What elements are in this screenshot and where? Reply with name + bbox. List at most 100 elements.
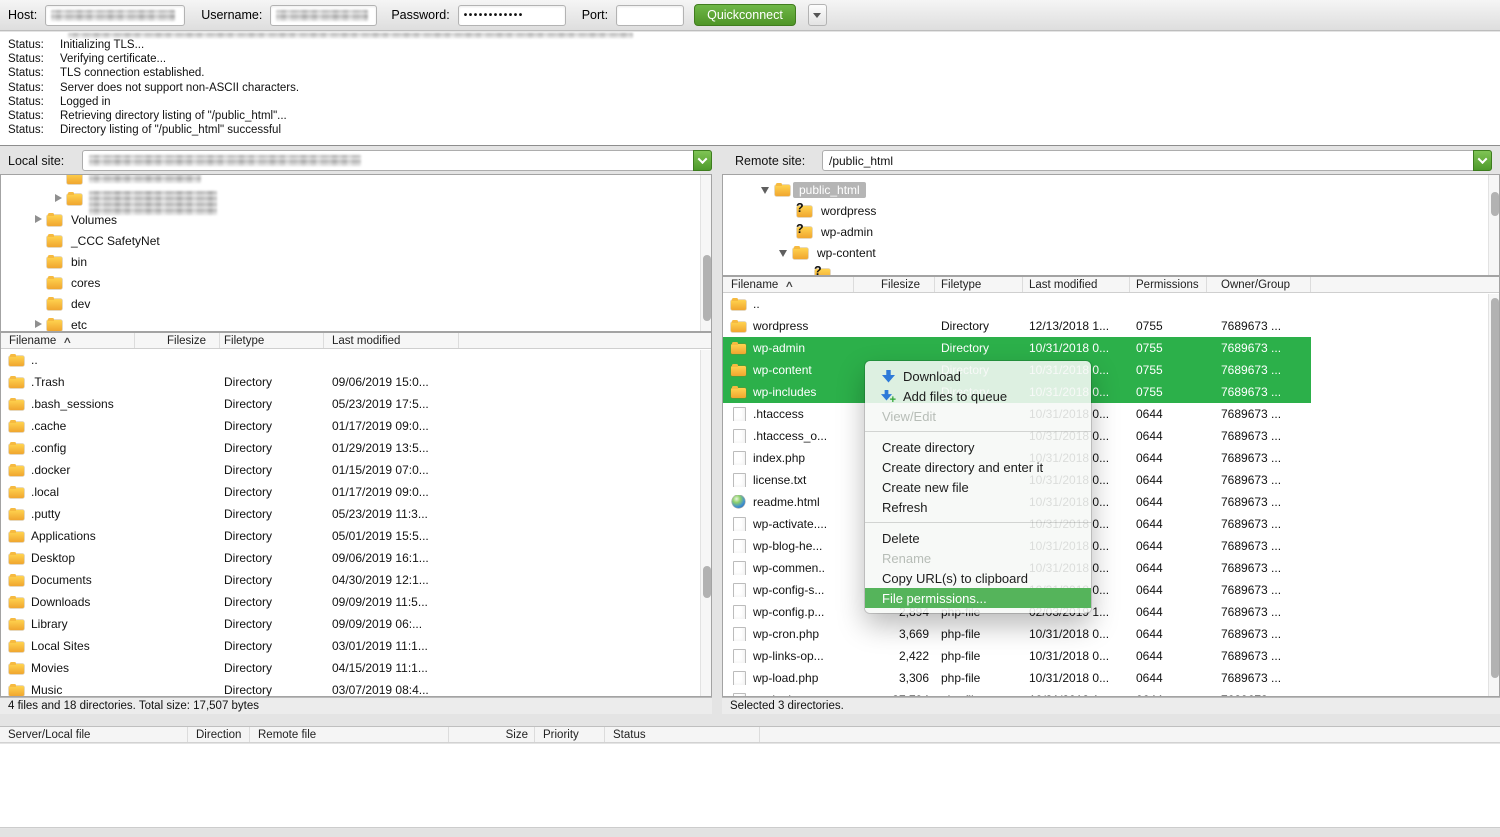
expand-arrow-icon[interactable] [799, 267, 815, 277]
file-row[interactable]: .local Directory 01/17/2019 09:0... [1, 481, 711, 503]
expand-arrow-icon[interactable] [31, 297, 47, 311]
expand-arrow-icon[interactable] [51, 192, 67, 206]
column-header[interactable]: Direction [188, 727, 250, 742]
menu-item[interactable]: View/Edit [865, 406, 1091, 426]
file-row[interactable]: wp-cron.php 3,669 php-file 10/31/2018 0.… [723, 623, 1311, 645]
tree-item[interactable]: dev [1, 293, 711, 314]
combo-dropdown-button[interactable] [1473, 150, 1492, 171]
column-header[interactable]: Filetype [220, 333, 324, 348]
expand-arrow-icon[interactable] [759, 183, 775, 197]
file-row[interactable]: .. [1, 349, 711, 371]
file-modified: 10/31/2018 0... [1023, 627, 1130, 641]
file-row[interactable]: Library Directory 09/09/2019 06:... [1, 613, 711, 635]
file-row[interactable]: .bash_sessions Directory 05/23/2019 17:5… [1, 393, 711, 415]
file-row[interactable]: Desktop Directory 09/06/2019 16:1... [1, 547, 711, 569]
file-row[interactable]: wp-load.php 3,306 php-file 10/31/2018 0.… [723, 667, 1311, 689]
file-icon [731, 561, 747, 575]
column-header[interactable]: Filesize [135, 333, 220, 348]
menu-item[interactable]: File permissions... [865, 588, 1091, 608]
menu-item[interactable]: Copy URL(s) to clipboard [865, 568, 1091, 588]
file-row[interactable]: wp-login.p... 37,794 php-file 10/31/2018… [723, 689, 1311, 696]
redacted-local-path [89, 155, 361, 166]
scrollbar-thumb[interactable] [1491, 192, 1499, 216]
menu-item[interactable] [865, 431, 1091, 432]
log-line: Status: Logged in [0, 95, 1500, 109]
file-row[interactable]: .. [723, 293, 1311, 315]
column-header[interactable]: Filesize [854, 277, 935, 292]
remote-tree-scrollbar[interactable] [1488, 175, 1499, 275]
tree-item[interactable]: _CCC SafetyNet [1, 230, 711, 251]
tree-item[interactable]: wordpress [723, 200, 1499, 221]
expand-arrow-icon[interactable] [777, 246, 793, 260]
password-input[interactable]: •••••••••••• [458, 5, 566, 26]
expand-arrow-icon[interactable] [31, 213, 47, 227]
file-row[interactable]: .putty Directory 05/23/2019 11:3... [1, 503, 711, 525]
file-row[interactable]: wp-admin Directory 10/31/2018 0... 0755 … [723, 337, 1311, 359]
file-row[interactable]: Documents Directory 04/30/2019 12:1... [1, 569, 711, 591]
menu-item[interactable]: Create new file [865, 477, 1091, 497]
expand-arrow-icon[interactable] [781, 204, 797, 218]
file-row[interactable]: wordpress Directory 12/13/2018 1... 0755… [723, 315, 1311, 337]
column-header[interactable]: Status [605, 727, 760, 742]
tree-item[interactable]: cores [1, 272, 711, 293]
host-input[interactable] [45, 5, 185, 26]
remote-list-scrollbar[interactable] [1488, 294, 1499, 696]
column-header[interactable]: Remote file [250, 727, 449, 742]
column-header[interactable]: Priority [535, 727, 605, 742]
file-row[interactable]: .config Directory 01/29/2019 13:5... [1, 437, 711, 459]
local-list-scrollbar[interactable] [700, 350, 711, 696]
username-input[interactable] [270, 5, 377, 26]
column-header[interactable]: Permissions [1130, 277, 1207, 292]
expand-arrow-icon[interactable] [31, 318, 47, 332]
file-owner-group: 7689673 ... [1207, 671, 1311, 685]
local-site-combo[interactable] [82, 150, 712, 171]
expand-arrow-icon[interactable] [781, 225, 797, 239]
column-header[interactable]: Owner/Group [1207, 277, 1311, 292]
scrollbar-thumb[interactable] [703, 255, 711, 321]
menu-item[interactable]: Create directory [865, 437, 1091, 457]
tree-item[interactable] [723, 263, 1499, 276]
remote-site-combo[interactable]: /public_html [822, 150, 1492, 171]
expand-arrow-icon[interactable] [31, 255, 47, 269]
file-row[interactable]: wp-links-op... 2,422 php-file 10/31/2018… [723, 645, 1311, 667]
column-header[interactable]: Filetype [935, 277, 1023, 292]
file-row[interactable]: .docker Directory 01/15/2019 07:0... [1, 459, 711, 481]
file-row[interactable]: Applications Directory 05/01/2019 15:5..… [1, 525, 711, 547]
menu-item[interactable] [865, 522, 1091, 523]
expand-arrow-icon[interactable] [31, 234, 47, 248]
menu-item[interactable]: Rename [865, 548, 1091, 568]
file-row[interactable]: .cache Directory 01/17/2019 09:0... [1, 415, 711, 437]
menu-item[interactable]: Add files to queue [865, 386, 1091, 406]
menu-item[interactable]: Download [865, 366, 1091, 386]
file-row[interactable]: Music Directory 03/07/2019 08:4... [1, 679, 711, 696]
quickconnect-dropdown-button[interactable] [808, 4, 827, 26]
menu-item[interactable]: Refresh [865, 497, 1091, 517]
redacted-folder-item[interactable] [1, 188, 711, 209]
redacted-folder-item[interactable] [1, 174, 711, 188]
quickconnect-button[interactable]: Quickconnect [694, 4, 796, 26]
tree-item[interactable]: public_html [723, 179, 1499, 200]
expand-arrow-icon[interactable] [31, 276, 47, 290]
combo-dropdown-button[interactable] [693, 150, 712, 171]
remote-file-list: Filename ∧ Filesize Filetype Last modifi… [722, 276, 1500, 697]
local-tree-scrollbar[interactable] [700, 175, 711, 331]
menu-item[interactable]: Delete [865, 528, 1091, 548]
menu-item[interactable]: Create directory and enter it [865, 457, 1091, 477]
port-input[interactable] [616, 5, 684, 26]
tree-item[interactable]: etc [1, 314, 711, 332]
file-row[interactable]: Movies Directory 04/15/2019 11:1... [1, 657, 711, 679]
file-row[interactable]: .Trash Directory 09/06/2019 15:0... [1, 371, 711, 393]
column-header[interactable]: Size [449, 727, 535, 742]
tree-item[interactable]: wp-admin [723, 221, 1499, 242]
file-row[interactable]: Downloads Directory 09/09/2019 11:5... [1, 591, 711, 613]
column-header[interactable]: Server/Local file [0, 727, 188, 742]
column-header[interactable]: Filename ∧ [723, 277, 854, 292]
tree-item[interactable]: bin [1, 251, 711, 272]
column-header[interactable]: Filename ∧ [1, 333, 135, 348]
tree-item[interactable]: wp-content [723, 242, 1499, 263]
column-header[interactable]: Last modified [324, 333, 459, 348]
scrollbar-thumb[interactable] [1491, 298, 1499, 678]
column-header[interactable]: Last modified [1023, 277, 1130, 292]
file-row[interactable]: Local Sites Directory 03/01/2019 11:1... [1, 635, 711, 657]
scrollbar-thumb[interactable] [703, 566, 711, 598]
